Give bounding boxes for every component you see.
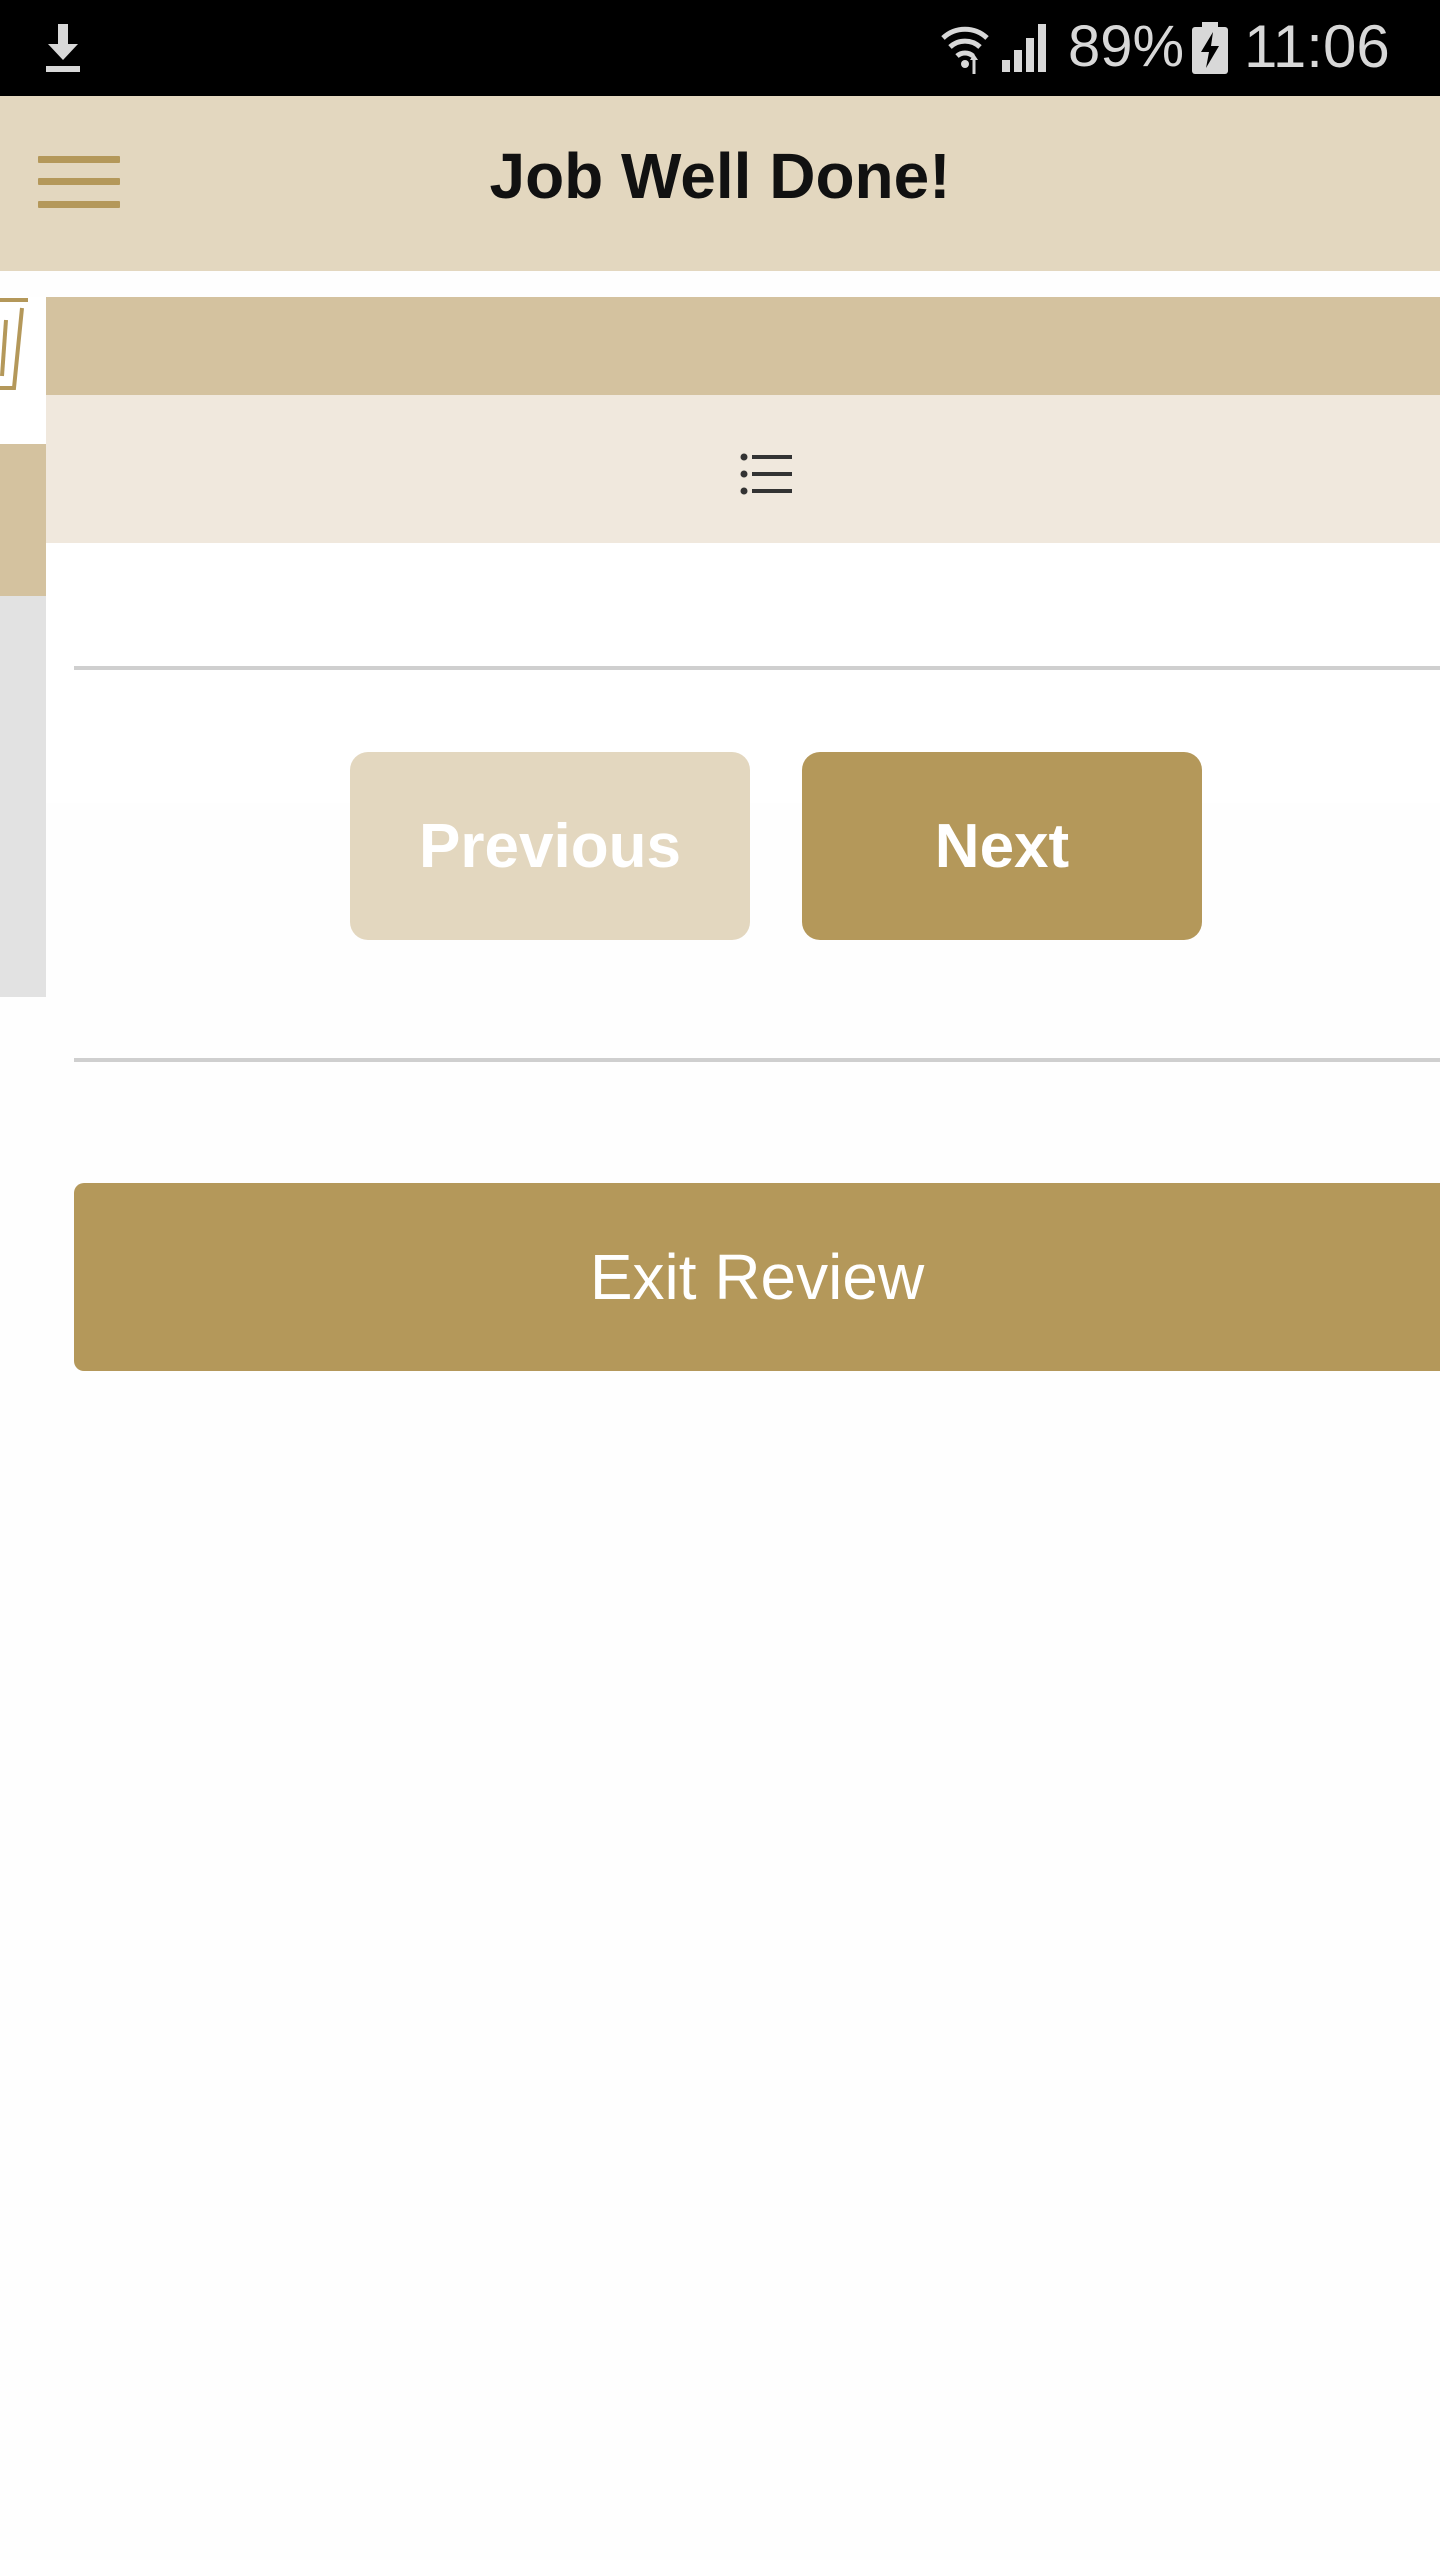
page-title: Job Well Done! — [489, 140, 951, 212]
status-bar: 89% 11:06 — [0, 0, 1440, 96]
battery-percentage: 89% — [1068, 14, 1185, 79]
wifi-icon — [941, 26, 989, 74]
list-icon[interactable] — [740, 452, 794, 496]
side-drawer-active-item[interactable] — [0, 444, 46, 596]
previous-button[interactable]: Previous — [350, 752, 750, 940]
trash-icon[interactable] — [0, 290, 30, 400]
divider — [74, 1058, 1440, 1062]
status-clock: 11:06 — [1244, 13, 1390, 80]
battery-charging-icon — [1192, 22, 1228, 74]
download-icon — [46, 24, 80, 72]
panel-header — [46, 297, 1440, 395]
exit-review-button[interactable]: Exit Review — [74, 1183, 1440, 1371]
next-button[interactable]: Next — [802, 752, 1202, 940]
signal-icon — [1002, 24, 1046, 72]
divider — [74, 666, 1440, 670]
